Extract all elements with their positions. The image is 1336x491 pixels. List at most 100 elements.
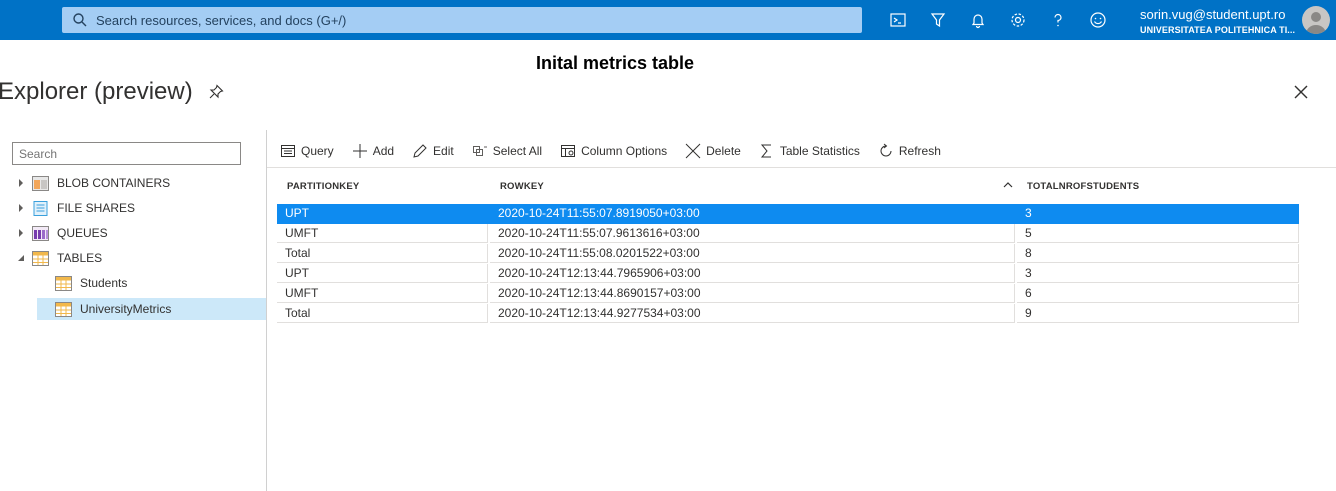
column-header-totalnrofstudents[interactable]: TOTALNROFSTUDENTS (1027, 181, 1139, 192)
cloud-shell-button[interactable] (878, 0, 918, 40)
table-statistics-label: Table Statistics (779, 144, 860, 158)
column-header-partitionkey[interactable]: PARTITIONKEY (287, 181, 359, 192)
add-button[interactable]: Add (352, 143, 394, 159)
pencil-icon (413, 144, 427, 158)
edit-button[interactable]: Edit (412, 143, 454, 159)
global-search-box[interactable]: Search resources, services, and docs (G+… (62, 7, 862, 33)
cell-rowkey: 2020-10-24T11:55:07.9613616+03:00 (490, 224, 1015, 243)
tree-item-file-shares[interactable]: FILE SHARES (16, 197, 135, 219)
blob-container-icon (32, 175, 49, 191)
chevron-down-icon[interactable] (16, 253, 26, 263)
directory-filter-button[interactable] (918, 0, 958, 40)
delete-x-icon (685, 143, 701, 159)
tree-item-blob-containers[interactable]: BLOB CONTAINERS (16, 172, 170, 194)
select-all-label: Select All (492, 144, 543, 158)
tree-item-label: UniversityMetrics (80, 302, 172, 316)
table-icon (55, 275, 72, 291)
cell-partitionkey: UMFT (277, 224, 488, 243)
table-row[interactable]: UPT 2020-10-24T11:55:07.8919050+03:00 3 (277, 204, 1299, 224)
table-row[interactable]: UPT 2020-10-24T12:13:44.7965906+03:00 3 (277, 264, 1299, 284)
column-options-label: Column Options (581, 144, 668, 158)
table-row[interactable]: Total 2020-10-24T12:13:44.9277534+03:00 … (277, 304, 1299, 324)
settings-button[interactable] (998, 0, 1038, 40)
tree-item-tables[interactable]: TABLES (16, 247, 102, 269)
sort-ascending-icon[interactable] (1003, 180, 1013, 190)
table-row[interactable]: UMFT 2020-10-24T11:55:07.9613616+03:00 5 (277, 224, 1299, 244)
account-menu[interactable]: sorin.vug@student.upt.ro UNIVERSITATEA P… (1140, 7, 1295, 37)
account-email: sorin.vug@student.upt.ro (1140, 7, 1286, 22)
user-avatar-icon (1306, 12, 1326, 34)
bell-icon (971, 14, 985, 29)
global-search-placeholder: Search resources, services, and docs (G+… (96, 12, 347, 28)
column-options-button[interactable]: Column Options (560, 143, 667, 159)
select-all-icon (472, 146, 487, 156)
chevron-right-icon[interactable] (16, 203, 26, 213)
pane-divider[interactable] (266, 130, 267, 491)
cell-rowkey: 2020-10-24T11:55:08.0201522+03:00 (490, 244, 1015, 263)
screenshot-caption: Inital metrics table (535, 53, 695, 73)
sigma-icon (760, 144, 771, 158)
toolbar-separator (267, 167, 1336, 168)
plus-icon (352, 144, 367, 158)
cloud-shell-icon (890, 13, 906, 27)
chevron-right-icon[interactable] (16, 178, 26, 188)
cell-rowkey: 2020-10-24T12:13:44.7965906+03:00 (490, 264, 1015, 283)
cell-rowkey: 2020-10-24T11:55:07.8919050+03:00 (490, 204, 1015, 223)
cell-totalnrofstudents: 6 (1017, 284, 1299, 303)
delete-button[interactable]: Delete (685, 143, 741, 159)
table-statistics-button[interactable]: Table Statistics (759, 143, 860, 159)
tree-item-queues[interactable]: QUEUES (16, 222, 108, 244)
avatar[interactable] (1302, 6, 1330, 34)
feedback-button[interactable] (1078, 0, 1118, 40)
cell-partitionkey: UPT (277, 204, 488, 223)
cell-rowkey: 2020-10-24T12:13:44.8690157+03:00 (490, 284, 1015, 303)
table-toolbar: Query Add Edit Select All Column Options (280, 140, 959, 162)
query-label: Query (301, 144, 334, 158)
table-icon (32, 250, 49, 266)
cell-partitionkey: UMFT (277, 284, 488, 303)
cell-partitionkey: Total (277, 304, 488, 323)
tree-item-table-students[interactable]: Students (55, 272, 127, 294)
chevron-right-icon[interactable] (16, 228, 26, 238)
tree-item-label: FILE SHARES (57, 201, 136, 215)
page-title: Explorer (preview) (0, 78, 193, 105)
search-icon (73, 13, 87, 27)
pin-icon[interactable] (208, 84, 224, 100)
tree-item-table-universitymetrics[interactable]: UniversityMetrics (55, 298, 171, 320)
help-button[interactable] (1038, 0, 1078, 40)
notifications-button[interactable] (958, 0, 998, 40)
gear-icon (1011, 13, 1025, 27)
table-row[interactable]: Total 2020-10-24T11:55:08.0201522+03:00 … (277, 244, 1299, 264)
select-all-button[interactable]: Select All (472, 143, 542, 159)
cell-partitionkey: Total (277, 244, 488, 263)
directory-filter-icon (930, 13, 946, 28)
query-icon (281, 145, 295, 157)
column-options-icon (561, 145, 576, 157)
cell-totalnrofstudents: 8 (1017, 244, 1299, 263)
tree-item-label: TABLES (57, 251, 103, 265)
cell-rowkey: 2020-10-24T12:13:44.9277534+03:00 (490, 304, 1015, 323)
refresh-button[interactable]: Refresh (878, 143, 941, 159)
add-label: Add (372, 144, 395, 158)
edit-label: Edit (433, 144, 454, 158)
cell-totalnrofstudents: 9 (1017, 304, 1299, 323)
tree-item-label: BLOB CONTAINERS (57, 176, 171, 190)
top-bar: Search resources, services, and docs (G+… (0, 0, 1336, 40)
table-icon (55, 301, 72, 317)
queue-icon (32, 225, 49, 241)
table-row[interactable]: UMFT 2020-10-24T12:13:44.8690157+03:00 6 (277, 284, 1299, 304)
feedback-smiley-icon (1090, 12, 1106, 28)
close-icon[interactable] (1292, 83, 1310, 101)
column-header-rowkey[interactable]: ROWKEY (500, 181, 544, 192)
tree-item-label: QUEUES (57, 226, 108, 240)
tree-item-label: Students (80, 276, 128, 290)
account-organization: UNIVERSITATEA POLITEHNICA TI... (1140, 25, 1296, 35)
cell-totalnrofstudents: 3 (1017, 204, 1299, 223)
delete-label: Delete (706, 144, 741, 158)
cell-totalnrofstudents: 3 (1017, 264, 1299, 283)
query-button[interactable]: Query (280, 143, 334, 159)
refresh-label: Refresh (898, 144, 941, 158)
tree-search-input[interactable] (12, 142, 241, 165)
file-share-icon (33, 200, 48, 216)
help-icon (1054, 13, 1062, 27)
